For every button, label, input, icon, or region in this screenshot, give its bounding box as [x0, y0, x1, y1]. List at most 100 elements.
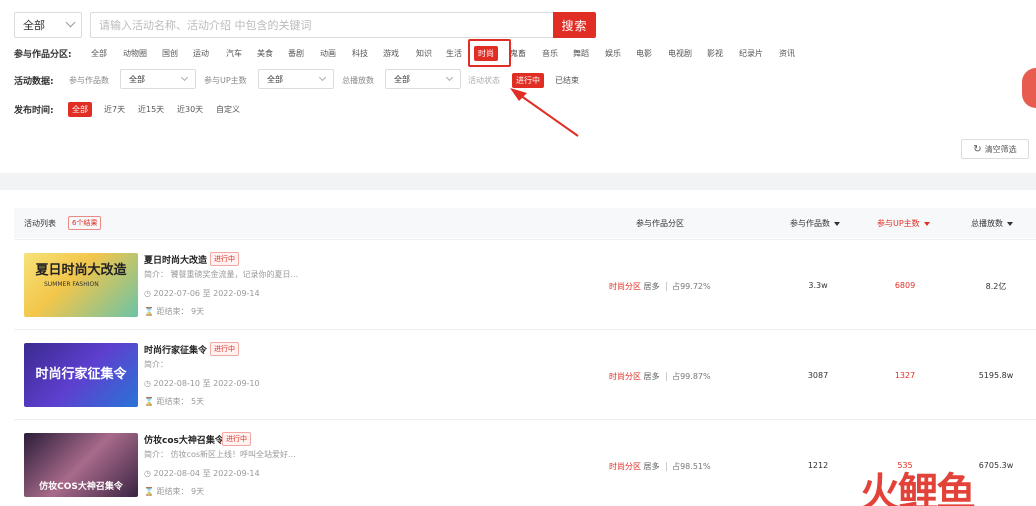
col-plays-sort[interactable]: 总播放数 — [971, 218, 1013, 229]
category-chip[interactable]: 电影 — [636, 48, 652, 59]
category-chip[interactable]: 音乐 — [542, 48, 558, 59]
activity-title[interactable]: 时尚行家征集令 — [144, 343, 207, 356]
sort-down-icon — [1007, 221, 1013, 226]
clear-filter-label: 清空筛选 — [984, 144, 1017, 154]
up-filter-value: 全部 — [267, 74, 283, 84]
status-badge: 进行中 — [210, 252, 239, 266]
floating-helper-avatar[interactable] — [1022, 68, 1036, 108]
category-name: 时尚分区 — [609, 372, 641, 381]
time-option-all[interactable]: 全部 — [68, 102, 92, 117]
activity-title[interactable]: 夏日时尚大改造 — [144, 253, 207, 266]
search-scope-select[interactable]: 全部 — [14, 12, 82, 38]
sort-down-icon — [834, 221, 840, 226]
category-chip[interactable]: 影视 — [707, 48, 723, 59]
category-chip[interactable]: 运动 — [193, 48, 209, 59]
time-option-30d[interactable]: 近30天 — [177, 104, 203, 115]
annotation-arrow — [510, 88, 579, 137]
activity-remaining: ⌛ 距结束： 9天 — [144, 306, 204, 317]
category-rank: 居多 — [643, 372, 660, 381]
category-chip[interactable]: 舞蹈 — [573, 48, 589, 59]
category-share: 占98.51% — [666, 462, 711, 471]
hourglass-icon: ⌛ — [144, 487, 157, 496]
refresh-icon: ↻ — [973, 143, 982, 155]
category-chip[interactable]: 游戏 — [383, 48, 399, 59]
col-up-sort[interactable]: 参与UP主数 — [877, 218, 930, 229]
watermark-text: 火鲤鱼 — [860, 470, 976, 506]
plays-count: 5195.8w — [978, 371, 1014, 380]
date-range: 2022-07-06 至 2022-09-14 — [153, 289, 260, 298]
thumbnail-subtitle: SUMMER FASHION — [44, 281, 99, 288]
category-chip[interactable]: 全部 — [91, 48, 107, 59]
activity-intro: 简介： 饕餮重磅奖金流量，记录你的夏日... — [144, 270, 299, 279]
clear-filter-button[interactable]: ↻ 清空筛选 — [961, 139, 1029, 159]
col-works-label: 参与作品数 — [790, 219, 830, 228]
thumbnail-title: 仿妆COS大神召集令 — [39, 482, 123, 492]
category-chip[interactable]: 资讯 — [779, 48, 795, 59]
col-works-sort[interactable]: 参与作品数 — [790, 218, 840, 229]
chevron-down-icon — [180, 73, 189, 82]
date-range: 2022-08-04 至 2022-09-14 — [153, 469, 260, 478]
status-badge: 进行中 — [210, 342, 239, 356]
category-chip[interactable]: 娱乐 — [605, 48, 621, 59]
plays-filter-select[interactable]: 全部 — [385, 69, 461, 89]
activity-remaining: ⌛ 距结束： 5天 — [144, 396, 204, 407]
category-name: 时尚分区 — [609, 282, 641, 291]
time-option-15d[interactable]: 近15天 — [138, 104, 164, 115]
date-range: 2022-08-10 至 2022-09-10 — [153, 379, 260, 388]
status-filter-label: 活动状态 — [468, 76, 500, 85]
plays-count: 6705.3w — [978, 461, 1014, 470]
works-filter-label: 参与作品数 — [69, 76, 109, 85]
activity-dates: ◷ 2022-08-04 至 2022-09-14 — [144, 468, 260, 479]
category-share: 占99.87% — [666, 372, 711, 381]
remaining-text: 距结束： 5天 — [156, 397, 205, 406]
search-scope-value: 全部 — [23, 19, 45, 32]
activity-title[interactable]: 仿妆cos大神召集令 — [144, 433, 224, 446]
up-count: 6809 — [894, 281, 916, 290]
clock-icon: ◷ — [144, 379, 154, 388]
sort-down-icon — [923, 221, 930, 226]
category-name: 时尚分区 — [609, 462, 641, 471]
hourglass-icon: ⌛ — [144, 307, 157, 316]
category-chip[interactable]: 生活 — [446, 48, 462, 59]
activity-dates: ◷ 2022-08-10 至 2022-09-10 — [144, 378, 260, 389]
time-option-custom[interactable]: 自定义 — [216, 104, 240, 115]
activity-thumbnail[interactable]: 仿妆COS大神召集令 — [24, 433, 138, 497]
activity-intro: 简介： 仿妆cos新区上线！呼叫全站爱好... — [144, 450, 296, 459]
activity-list-label: 活动列表 — [24, 219, 56, 228]
category-chip[interactable]: 动物圈 — [123, 48, 147, 59]
category-chip[interactable]: 纪录片 — [739, 48, 763, 59]
works-count: 1212 — [807, 461, 829, 470]
category-chip[interactable]: 动画 — [320, 48, 336, 59]
time-option-7d[interactable]: 近7天 — [104, 104, 125, 115]
search-input[interactable]: 请输入活动名称、活动介绍 中包含的关键词 — [90, 12, 553, 38]
up-filter-select[interactable]: 全部 — [258, 69, 334, 89]
category-share: 占99.72% — [666, 282, 711, 291]
up-count: 1327 — [894, 371, 916, 380]
category-chip[interactable]: 汽车 — [226, 48, 242, 59]
plays-filter-label: 总播放数 — [342, 76, 374, 85]
category-cell: 时尚分区 居多 占98.51% — [609, 461, 711, 472]
activity-thumbnail[interactable]: 夏日时尚大改造 SUMMER FASHION — [24, 253, 138, 317]
category-chip[interactable]: 知识 — [416, 48, 432, 59]
category-chip[interactable]: 电视剧 — [668, 48, 692, 59]
activity-thumbnail[interactable]: 时尚行家征集令 — [24, 343, 138, 407]
activity-intro: 简介： — [144, 360, 168, 369]
search-button[interactable]: 搜索 — [553, 12, 596, 38]
category-rank: 居多 — [643, 282, 660, 291]
category-cell: 时尚分区 居多 占99.87% — [609, 371, 711, 382]
category-chip[interactable]: 科技 — [352, 48, 368, 59]
time-filter-label: 发布时间: — [14, 106, 54, 116]
plays-count: 8.2亿 — [985, 282, 1007, 291]
chevron-down-icon — [445, 73, 454, 82]
col-plays-label: 总播放数 — [971, 219, 1003, 228]
col-category: 参与作品分区 — [636, 219, 684, 228]
activity-dates: ◷ 2022-07-06 至 2022-09-14 — [144, 288, 260, 299]
category-cell: 时尚分区 居多 占99.72% — [609, 281, 711, 292]
category-chip[interactable]: 鬼畜 — [510, 48, 526, 59]
works-filter-select[interactable]: 全部 — [120, 69, 196, 89]
category-chip[interactable]: 番剧 — [288, 48, 304, 59]
clock-icon: ◷ — [144, 289, 154, 298]
category-chip[interactable]: 美食 — [257, 48, 273, 59]
category-chip[interactable]: 国创 — [162, 48, 178, 59]
remaining-text: 距结束： 9天 — [156, 307, 205, 316]
